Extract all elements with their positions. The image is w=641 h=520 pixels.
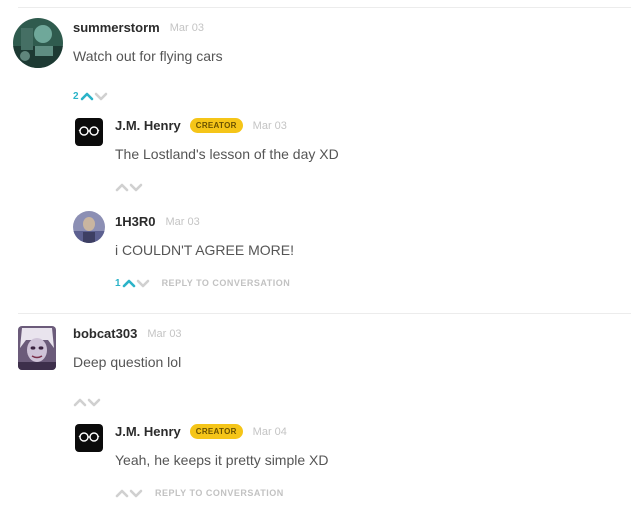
upvote-icon[interactable]: [115, 181, 129, 193]
avatar-image: [18, 326, 56, 370]
avatar[interactable]: [73, 211, 105, 243]
comment-text: Deep question lol: [73, 354, 182, 370]
creator-badge: CREATOR: [189, 424, 243, 439]
top-divider: [18, 7, 631, 8]
comment-meta: 1H3R0 Mar 03: [115, 214, 200, 229]
vote-bar: [115, 180, 143, 194]
avatar-image: [73, 211, 105, 243]
comment-date: Mar 03: [169, 21, 204, 34]
creator-badge: CREATOR: [189, 118, 243, 133]
comment-date: Mar 03: [165, 215, 200, 228]
username[interactable]: bobcat303: [73, 326, 137, 341]
thread-divider: [18, 313, 631, 314]
upvote-icon[interactable]: [122, 277, 136, 289]
vote-count: 1: [115, 277, 121, 289]
vote-count: 2: [73, 90, 79, 102]
downvote-icon[interactable]: [129, 487, 143, 499]
comment-text: The Lostland's lesson of the day XD: [115, 146, 339, 162]
upvote-icon[interactable]: [80, 90, 94, 102]
avatar[interactable]: [75, 118, 103, 146]
vote-bar: REPLY TO CONVERSATION: [115, 486, 284, 500]
vote-bar: 1 REPLY TO CONVERSATION: [115, 276, 290, 290]
comment-meta: J.M. Henry CREATOR Mar 03: [115, 118, 287, 133]
comment-meta: summerstorm Mar 03: [73, 20, 204, 35]
comment-text: i COULDN'T AGREE MORE!: [115, 242, 294, 258]
comment-text: Yeah, he keeps it pretty simple XD: [115, 452, 329, 468]
username[interactable]: summerstorm: [73, 20, 160, 35]
glasses-logo-icon: [78, 432, 100, 442]
reply-to-conversation-link[interactable]: REPLY TO CONVERSATION: [162, 278, 291, 288]
avatar-image: [13, 18, 63, 68]
username[interactable]: J.M. Henry: [115, 424, 181, 439]
upvote-icon[interactable]: [115, 487, 129, 499]
comment-meta: bobcat303 Mar 03: [73, 326, 182, 341]
reply-to-conversation-link[interactable]: REPLY TO CONVERSATION: [155, 488, 284, 498]
glasses-logo-icon: [78, 126, 100, 136]
downvote-icon[interactable]: [87, 396, 101, 408]
vote-bar: [73, 395, 101, 409]
avatar[interactable]: [18, 326, 56, 370]
vote-bar: 2: [73, 89, 108, 103]
comment-date: Mar 03: [147, 327, 182, 340]
username[interactable]: J.M. Henry: [115, 118, 181, 133]
comment-date: Mar 04: [252, 425, 287, 438]
comment-date: Mar 03: [252, 119, 287, 132]
downvote-icon[interactable]: [129, 181, 143, 193]
avatar[interactable]: [13, 18, 63, 68]
comment-text: Watch out for flying cars: [73, 48, 223, 64]
upvote-icon[interactable]: [73, 396, 87, 408]
comment-meta: J.M. Henry CREATOR Mar 04: [115, 424, 287, 439]
username[interactable]: 1H3R0: [115, 214, 155, 229]
avatar[interactable]: [75, 424, 103, 452]
downvote-icon[interactable]: [94, 90, 108, 102]
downvote-icon[interactable]: [136, 277, 150, 289]
